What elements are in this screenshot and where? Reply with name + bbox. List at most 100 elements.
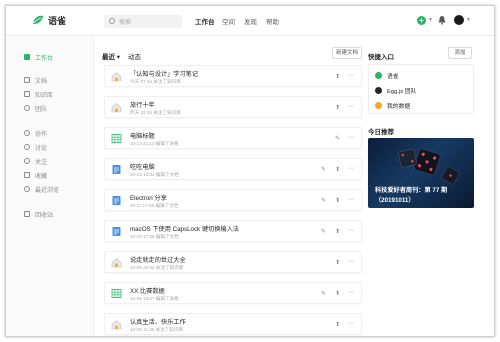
pin-icon[interactable]: ⬆ (335, 166, 340, 174)
sidebar-item-label: 文档 (35, 78, 48, 85)
sidebar-item-collaborate[interactable]: 协作 (24, 128, 47, 138)
chevron-down-icon[interactable]: ▼ (428, 17, 433, 23)
collaborate-icon (24, 130, 30, 136)
sidebar-item-team[interactable]: 团队 (24, 103, 47, 113)
more-icon[interactable]: ··· (348, 320, 354, 327)
yuque-icon (375, 71, 382, 79)
team-icon (24, 105, 30, 111)
clock-icon (24, 186, 30, 192)
right-panel: 快捷入口 添加 语雀 Egg.js 团队 我的数据 今日推荐 科技爱好者周刊：第… (368, 37, 476, 336)
pin-icon[interactable]: ⬆ (335, 321, 340, 329)
sidebar-item-label: 讨论 (35, 145, 48, 152)
sidebar-item-discussion[interactable]: 讨论 (24, 142, 47, 152)
quick-access-title: 快捷入口 (368, 54, 394, 61)
list-item[interactable]: 旅行十年 昨天 22:39 关注了知识库 ⬆ ··· (104, 96, 362, 118)
search-placeholder: 搜索 (119, 20, 132, 26)
more-icon[interactable]: ··· (348, 258, 354, 265)
sidebar-item-label: 回收站 (35, 212, 54, 219)
search-box[interactable]: 搜索 (104, 15, 182, 28)
edit-icon[interactable]: ✎ (321, 228, 326, 236)
more-icon[interactable]: ··· (348, 227, 354, 234)
more-icon[interactable]: ··· (348, 72, 354, 79)
row-title[interactable]: 说走就走的世过大全 (130, 255, 186, 264)
quick-item-label: Egg.js 团队 (387, 88, 417, 95)
avatar[interactable] (454, 15, 464, 25)
yuque-logo-icon[interactable] (32, 14, 44, 26)
sidebar-item-docs[interactable]: 文档 (24, 75, 47, 85)
chevron-down-icon[interactable]: ▼ (466, 17, 471, 23)
more-icon[interactable]: ··· (348, 289, 354, 296)
edit-icon[interactable]: ✎ (335, 135, 340, 143)
new-document-button[interactable]: 新建文档 (332, 47, 362, 59)
row-title[interactable]: 旅行十年 (130, 100, 155, 109)
row-title[interactable]: macOS 下使用 CapsLock 键切换输入法 (130, 224, 239, 233)
row-title[interactable]: 「认知与设计」学习笔记 (130, 69, 198, 78)
doc-icon (112, 227, 121, 236)
more-icon[interactable]: ··· (348, 196, 354, 203)
book-icon (24, 91, 30, 97)
nav-help[interactable]: 帮助 (266, 16, 279, 26)
search-icon (109, 18, 115, 24)
recommend-title: 今日推荐 (368, 129, 394, 136)
sidebar-item-label: 工作台 (35, 55, 54, 62)
edit-icon[interactable]: ✎ (321, 197, 326, 205)
quick-item-my-data[interactable]: 我的数据 (375, 100, 410, 110)
sidebar-item-workbench[interactable]: 工作台 (24, 52, 53, 62)
quick-item-label: 我的数据 (387, 103, 411, 110)
more-icon[interactable]: ··· (348, 103, 354, 110)
row-title[interactable]: 吃吃电脑 (130, 162, 155, 171)
edit-icon[interactable]: ✎ (321, 166, 326, 174)
team-icon (375, 86, 382, 94)
list-item[interactable]: 认真生活、快乐工作 10-09 11:36 关注了知识库 ⬆ ··· (104, 313, 362, 335)
pin-icon[interactable]: ⬆ (335, 73, 340, 81)
pin-icon[interactable]: ⬆ (335, 228, 340, 236)
row-title[interactable]: 认真生活、快乐工作 (130, 317, 186, 326)
recommend-caption-line2: （20191011） (375, 197, 415, 204)
list-item[interactable]: 「认知与设计」学习笔记 今天 07:44 关注了知识库 ⬆ ··· (104, 65, 362, 87)
row-meta: 10-09 20:44 关注了知识库 (130, 265, 184, 270)
more-icon[interactable]: ··· (348, 165, 354, 172)
sidebar-item-recent[interactable]: 最近浏览 (24, 184, 59, 194)
pin-icon[interactable]: ⬆ (335, 197, 340, 205)
quick-item-label: 语雀 (387, 73, 399, 80)
pin-icon[interactable]: ⬆ (335, 290, 340, 298)
more-icon[interactable]: ··· (348, 134, 354, 141)
create-plus-icon[interactable]: + (417, 16, 426, 25)
quick-item-yuque[interactable]: 语雀 (375, 70, 399, 80)
sidebar-item-favorites[interactable]: 收藏 (24, 170, 47, 180)
list-item[interactable]: 吃吃电脑 10-13 13:34 编辑了文档 ✎ ⬆ ··· (104, 158, 362, 180)
sidebar: 工作台 文档 知识库 团队 协作 讨论 关注 收藏 最近浏览 回收站 (6, 37, 94, 336)
heart-icon (24, 158, 30, 164)
sidebar-item-label: 知识库 (35, 92, 54, 99)
list-item[interactable]: macOS 下使用 CapsLock 键切换输入法 10-10 17:25 编辑… (104, 220, 362, 242)
list-item[interactable]: 电脑标题 10-13 21:13 编辑了表格 ✎ ··· (104, 127, 362, 149)
book-icon (375, 101, 382, 109)
sidebar-item-follow[interactable]: 关注 (24, 156, 47, 166)
filter-dropdown[interactable]: 最近 ▾ (102, 51, 120, 61)
row-title[interactable]: Electron 分享 (130, 193, 167, 202)
app-window: 语雀 搜索 工作台 空间 发现 帮助 + ▼ ▼ 工作台 文档 知识库 团队 协… (5, 5, 495, 337)
row-meta: 10-13 21:13 编辑了表格 (130, 141, 179, 146)
row-title[interactable]: 电脑标题 (130, 131, 155, 140)
nav-discover[interactable]: 发现 (244, 16, 257, 26)
recommend-card[interactable]: 科技爱好者周刊：第 77 期 （20191011） (368, 138, 474, 208)
sidebar-item-knowledge-base[interactable]: 知识库 (24, 89, 53, 99)
bell-icon[interactable] (438, 15, 446, 25)
list-item[interactable]: XX 比赛数据 10-09 16:37 编辑了表格 ✎ ⬆ ··· (104, 282, 362, 304)
pin-icon[interactable]: ⬆ (335, 104, 340, 112)
nav-workbench[interactable]: 工作台 (195, 16, 215, 26)
nav-space[interactable]: 空间 (222, 16, 235, 26)
quick-item-eggjs[interactable]: Egg.js 团队 (375, 85, 416, 95)
pin-icon[interactable]: ⬆ (335, 259, 340, 267)
list-item[interactable]: Electron 分享 10-11 17:56 编辑了文档 ✎ ⬆ ··· (104, 189, 362, 211)
row-meta: 10-09 16:37 编辑了表格 (130, 296, 179, 301)
row-title[interactable]: XX 比赛数据 (130, 286, 165, 295)
app-name[interactable]: 语雀 (48, 14, 66, 27)
add-shortcut-button[interactable]: 添加 (448, 47, 472, 59)
edit-icon[interactable]: ✎ (321, 290, 326, 298)
sidebar-item-trash[interactable]: 回收站 (24, 209, 53, 219)
list-item[interactable]: 说走就走的世过大全 10-09 20:44 关注了知识库 ⬆ ··· (104, 251, 362, 273)
activity-feed: 最近 ▾ 动态 新建文档 「认知与设计」学习笔记 今天 07:44 关注了知识库… (102, 37, 364, 336)
sidebar-item-label: 关注 (35, 159, 48, 166)
document-icon (24, 77, 30, 83)
